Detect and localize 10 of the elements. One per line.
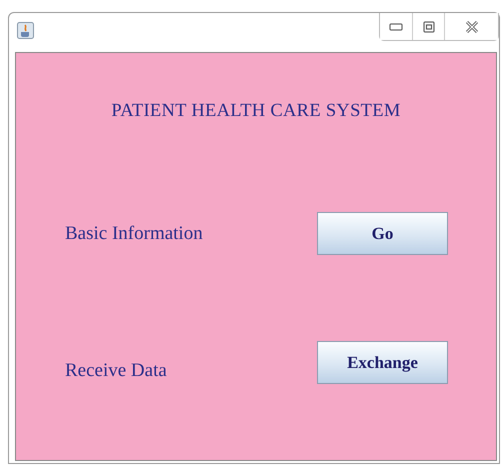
minimize-icon	[389, 22, 403, 30]
close-icon	[464, 20, 478, 32]
maximize-icon	[422, 20, 434, 32]
field-label: Receive Data	[65, 360, 168, 382]
app-heading: PATIENT HEALTH CARE SYSTEM	[110, 101, 402, 122]
java-cup-icon	[17, 22, 34, 39]
close-button[interactable]	[444, 13, 498, 40]
field-label: Basic Information	[65, 222, 204, 244]
action-button[interactable]: Exchange	[317, 341, 448, 384]
action-button[interactable]: Go	[317, 212, 448, 255]
